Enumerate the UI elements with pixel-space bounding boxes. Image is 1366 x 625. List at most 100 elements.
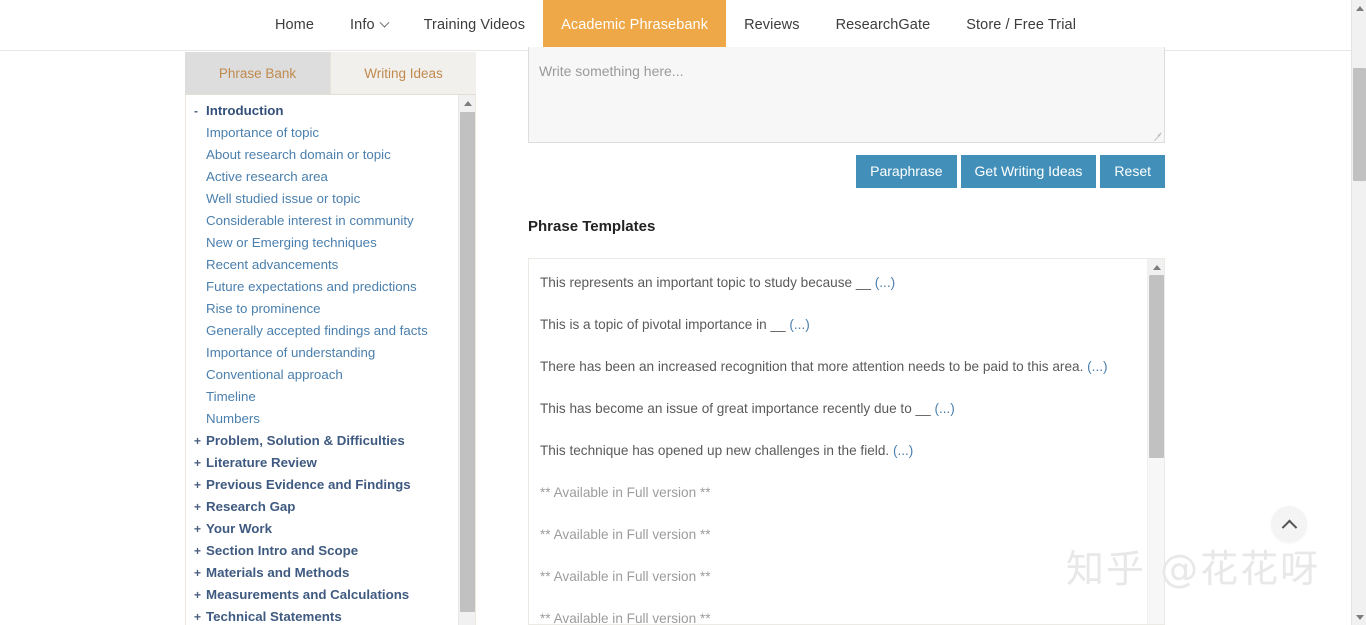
scroll-to-top-button[interactable] [1271,506,1307,542]
sidebar-item-section-intro-and-scope[interactable]: + Section Intro and Scope [186,543,475,565]
phrase-template-more-link[interactable]: (...) [875,275,895,290]
page-scrollbar-thumb[interactable] [1353,68,1366,181]
sidebar-item-label: Materials and Methods [206,565,350,580]
nav-item-reviews[interactable]: Reviews [726,0,818,50]
expand-toggle-icon[interactable]: + [194,479,206,491]
sidebar-category-list: - Introduction Importance of topic About re… [186,95,475,625]
sidebar-scrollbar[interactable] [458,95,475,625]
sidebar-item-technical-statements[interactable]: + Technical Statements [186,609,475,625]
sidebar-item-label: Numbers [206,411,260,426]
nav-item-training-videos[interactable]: Training Videos [406,0,543,50]
reset-button[interactable]: Reset [1100,155,1165,188]
templates-scroll-up-button[interactable] [1148,259,1164,275]
phrase-template-item[interactable]: There has been an increased recognition … [529,357,1164,399]
sidebar-item-label: Importance of understanding [206,345,376,360]
nav-item-store-free-trial[interactable]: Store / Free Trial [948,0,1094,50]
phrase-template-item[interactable]: This represents an important topic to st… [529,273,1164,315]
sidebar-tab-bar: Phrase Bank Writing Ideas [185,52,476,95]
phrase-template-text: ** Available in Full version ** [540,527,711,542]
nav-item-researchgate[interactable]: ResearchGate [818,0,949,50]
nav-item-label: Store / Free Trial [966,17,1077,33]
sidebar-item-label: Considerable interest in community [206,213,414,228]
sidebar-item-recent-advancements[interactable]: Recent advancements [186,257,475,279]
nav-item-academic-phrasebank[interactable]: Academic Phrasebank [543,0,727,50]
phrase-template-more-link[interactable]: (...) [934,401,954,416]
sidebar-item-label: Section Intro and Scope [206,543,359,558]
expand-toggle-icon[interactable]: + [194,457,206,469]
sidebar-item-importance-of-topic[interactable]: Importance of topic [186,125,475,147]
sidebar-item-rise-to-prominence[interactable]: Rise to prominence [186,301,475,323]
triangle-up-icon [1355,5,1364,11]
triangle-down-icon [1355,614,1364,620]
expand-toggle-icon[interactable]: + [194,589,206,601]
sidebar-item-about-research-domain-or-topic[interactable]: About research domain or topic [186,147,475,169]
phrase-template-text: There has been an increased recognition … [540,359,1084,374]
nav-item-label: Reviews [744,17,800,33]
textarea-resize-grip[interactable] [1152,130,1162,140]
nav-item-label: Home [274,17,315,33]
sidebar-item-label: Importance of topic [206,125,320,140]
sidebar-item-label: Conventional approach [206,367,343,382]
phrase-template-text: ** Available in Full version ** [540,569,711,584]
sidebar-item-future-expectations-and-predictions[interactable]: Future expectations and predictions [186,279,475,301]
page-scroll-down-button[interactable] [1352,609,1366,625]
phrase-template-item[interactable]: This has become an issue of great import… [529,399,1164,441]
nav-item-label: Academic Phrasebank [561,17,709,33]
sidebar-item-introduction[interactable]: - Introduction [186,103,475,125]
sidebar-item-materials-and-methods[interactable]: + Materials and Methods [186,565,475,587]
sidebar-item-label: Problem, Solution & Difficulties [206,433,405,448]
phrase-template-text: ** Available in Full version ** [540,611,711,625]
sidebar-item-label: Generally accepted findings and facts [206,323,428,338]
phrase-template-item[interactable]: This is a topic of pivotal importance in… [529,315,1164,357]
sidebar-item-label: Literature Review [206,455,317,470]
watermark: 知乎 @花花呀 [1066,547,1321,591]
write-something-textarea[interactable] [528,47,1165,143]
phrase-template-item[interactable]: This technique has opened up new challen… [529,441,1164,483]
triangle-up-icon [1152,264,1161,270]
sidebar-item-timeline[interactable]: Timeline [186,389,475,411]
sidebar-item-active-research-area[interactable]: Active research area [186,169,475,191]
sidebar-item-considerable-interest-in-community[interactable]: Considerable interest in community [186,213,475,235]
sidebar-item-new-or-emerging-techniques[interactable]: New or Emerging techniques [186,235,475,257]
phrase-template-more-link[interactable]: (...) [893,443,913,458]
phrase-template-text: This technique has opened up new challen… [540,443,890,458]
expand-toggle-icon[interactable]: + [194,435,206,447]
page-scroll-up-button[interactable] [1352,0,1366,16]
sidebar-item-previous-evidence-and-findings[interactable]: + Previous Evidence and Findings [186,477,475,499]
sidebar-item-research-gap[interactable]: + Research Gap [186,499,475,521]
paraphrase-button[interactable]: Paraphrase [856,155,957,188]
nav-item-info[interactable]: Info [332,0,406,50]
sidebar-tab-writing-ideas[interactable]: Writing Ideas [330,52,476,94]
expand-toggle-icon[interactable]: + [194,611,206,623]
expand-toggle-icon[interactable]: + [194,523,206,535]
expand-toggle-icon[interactable]: + [194,545,206,557]
get-writing-ideas-button[interactable]: Get Writing Ideas [960,155,1097,188]
sidebar-item-measurements-and-calculations[interactable]: + Measurements and Calculations [186,587,475,609]
expand-toggle-icon[interactable]: + [194,567,206,579]
sidebar-item-generally-accepted-findings-and-facts[interactable]: Generally accepted findings and facts [186,323,475,345]
sidebar-scroll-up-button[interactable] [459,95,475,111]
collapse-toggle-icon[interactable]: - [194,105,206,117]
sidebar-item-label: Well studied issue or topic [206,191,361,206]
phrase-template-text: ** Available in Full version ** [540,485,711,500]
top-navigation-bar: Home Info Training Videos Academic Phraseba… [0,0,1351,51]
phrase-template-more-link[interactable]: (...) [1087,359,1107,374]
phrase-template-locked: ** Available in Full version ** [529,609,1164,625]
sidebar-item-literature-review[interactable]: + Literature Review [186,455,475,477]
expand-toggle-icon[interactable]: + [194,501,206,513]
sidebar-scrollbar-thumb[interactable] [460,112,475,612]
sidebar-item-importance-of-understanding[interactable]: Importance of understanding [186,345,475,367]
nav-item-home[interactable]: Home [257,0,332,50]
sidebar-item-your-work[interactable]: + Your Work [186,521,475,543]
page-scrollbar[interactable] [1351,0,1366,625]
sidebar-item-well-studied-issue-or-topic[interactable]: Well studied issue or topic [186,191,475,213]
phrase-template-text: This is a topic of pivotal importance in… [540,317,786,332]
sidebar-item-label: About research domain or topic [206,147,391,162]
sidebar-item-conventional-approach[interactable]: Conventional approach [186,367,475,389]
phrase-template-text: This represents an important topic to st… [540,275,871,290]
templates-scrollbar-thumb[interactable] [1149,275,1164,458]
sidebar-tab-phrase-bank[interactable]: Phrase Bank [185,52,330,94]
sidebar-item-numbers[interactable]: Numbers [186,411,475,433]
sidebar-item-problem-solution-difficulties[interactable]: + Problem, Solution & Difficulties [186,433,475,455]
phrase-template-more-link[interactable]: (...) [789,317,809,332]
